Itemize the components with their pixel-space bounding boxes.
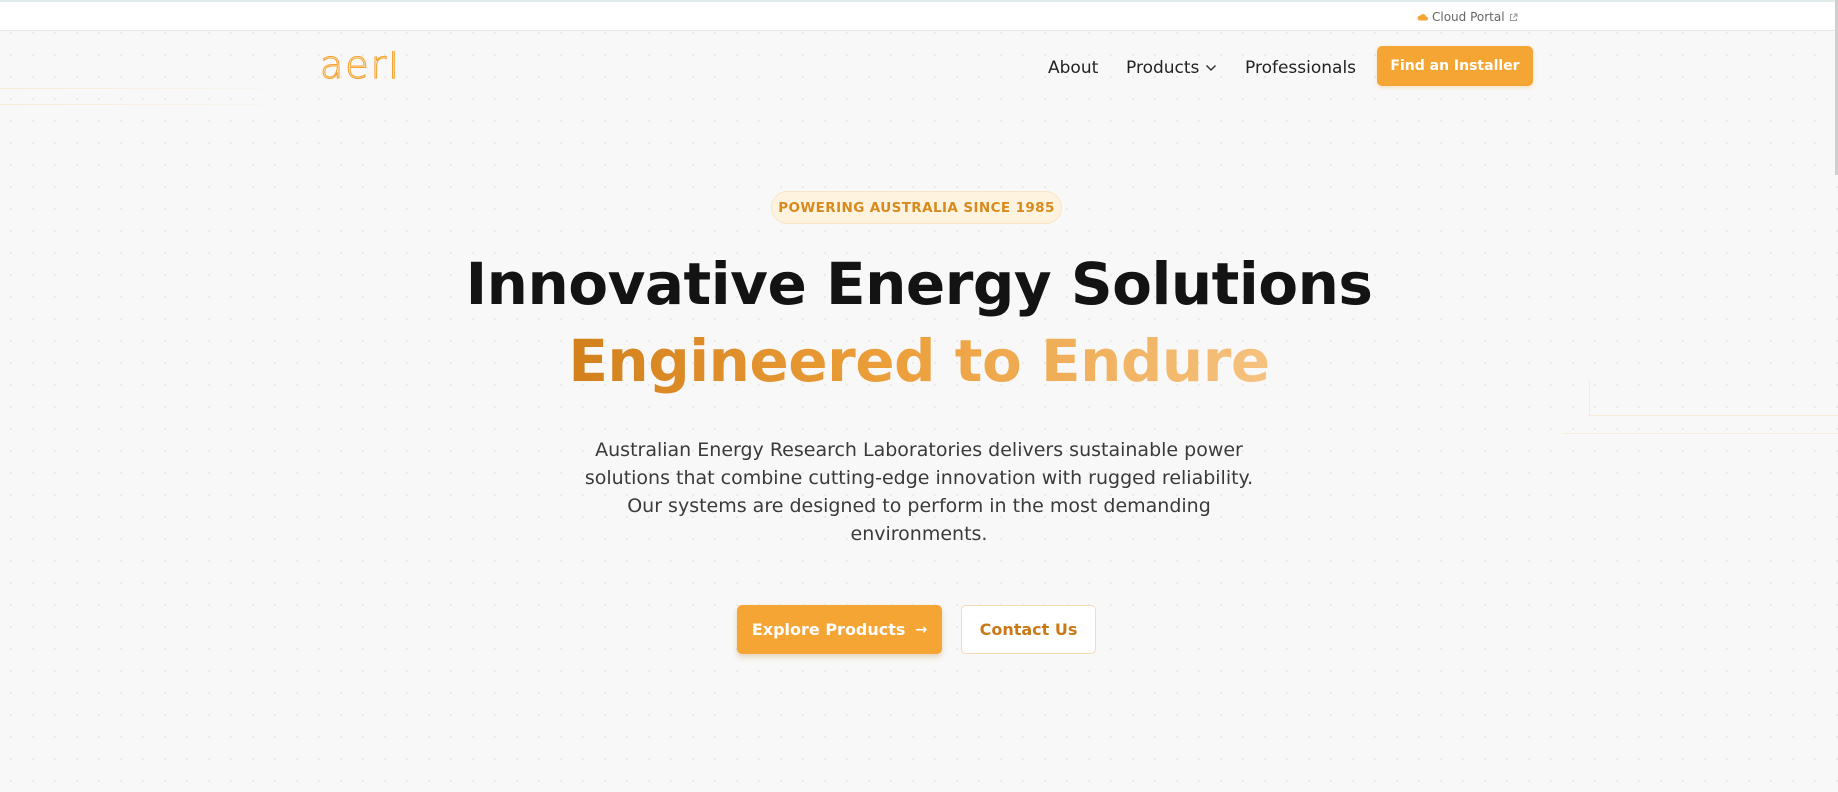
cloud-portal-link[interactable]: Cloud Portal xyxy=(1417,9,1518,25)
decoration-line xyxy=(1589,415,1838,416)
hero-badge: POWERING AUSTRALIA SINCE 1985 xyxy=(771,191,1062,224)
hero-title-line2: Engineered to Endure xyxy=(0,327,1838,395)
hero-description: Australian Energy Research Laboratories … xyxy=(584,439,1254,545)
nav-about[interactable]: About xyxy=(1048,58,1098,78)
find-installer-button[interactable]: Find an Installer xyxy=(1377,46,1533,86)
chevron-down-icon xyxy=(1206,64,1217,72)
logo-text: aerl xyxy=(320,51,401,81)
explore-products-button[interactable]: Explore Products → xyxy=(737,605,942,654)
arrow-right-icon: → xyxy=(915,621,928,638)
cloud-icon xyxy=(1417,13,1428,21)
cloud-portal-label: Cloud Portal xyxy=(1432,10,1505,24)
external-link-icon xyxy=(1509,13,1518,21)
header-decoration-line xyxy=(0,104,282,105)
top-utility-bar: Cloud Portal xyxy=(0,0,1838,31)
hero-title-gradient-text: Engineered to Endure xyxy=(568,327,1270,395)
nav-products[interactable]: Products xyxy=(1126,58,1217,78)
header-decoration-line xyxy=(0,88,282,89)
nav-products-label: Products xyxy=(1126,58,1200,78)
contact-us-button[interactable]: Contact Us xyxy=(961,605,1096,654)
aerl-logo[interactable]: aerl xyxy=(320,51,424,81)
nav-professionals[interactable]: Professionals xyxy=(1245,58,1356,78)
hero-title-line1: Innovative Energy Solutions xyxy=(465,250,1373,318)
decoration-line xyxy=(1562,433,1838,434)
explore-products-label: Explore Products xyxy=(751,620,906,639)
